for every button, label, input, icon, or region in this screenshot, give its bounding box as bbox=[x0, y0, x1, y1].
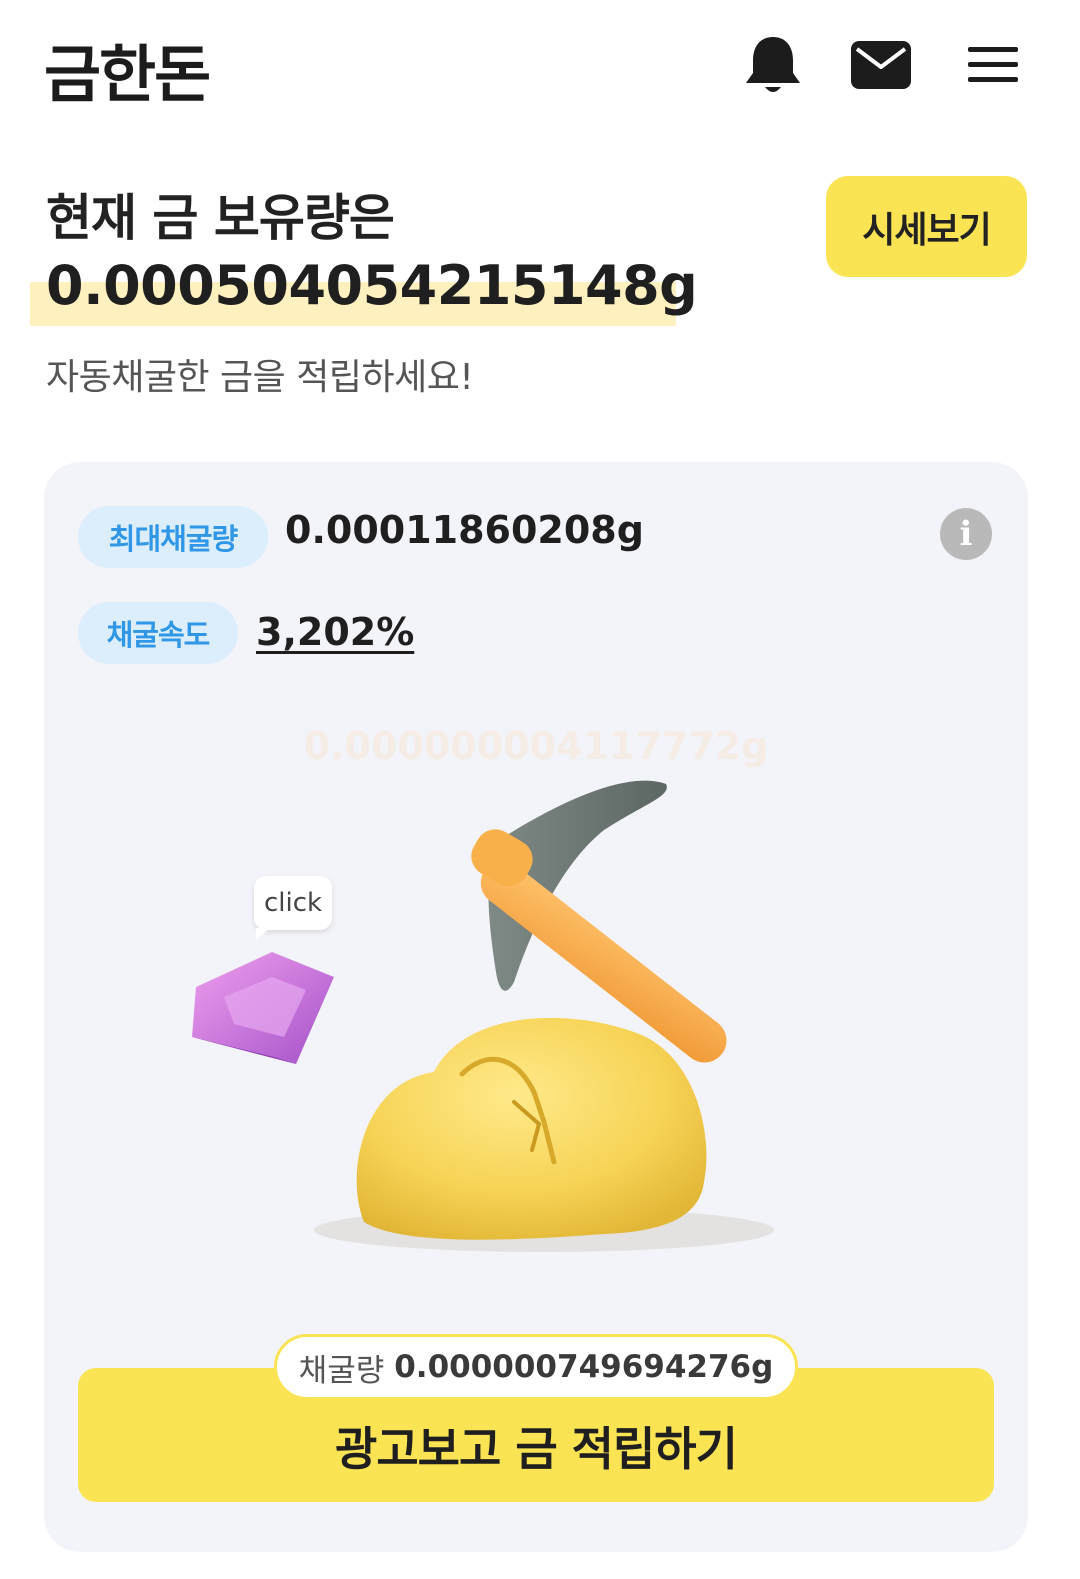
app-logo: 금한돈 bbox=[44, 38, 211, 111]
bell-icon[interactable] bbox=[738, 30, 808, 100]
balance-title: 현재 금 보유량은 bbox=[46, 189, 395, 247]
mining-card: 최대채굴량 0.00011860208g i 채굴속도 3,202% 0.000… bbox=[44, 462, 1028, 1552]
view-price-button[interactable]: 시세보기 bbox=[826, 176, 1027, 277]
click-hint-bubble: click bbox=[254, 876, 332, 940]
max-mining-value: 0.00011860208g bbox=[285, 508, 644, 552]
mining-speed-value[interactable]: 3,202% bbox=[256, 610, 414, 654]
app-header: 금한돈 bbox=[0, 0, 1080, 130]
gold-balance-value: 0.000504054215148g bbox=[46, 254, 698, 317]
mined-amount-label: 채굴량 bbox=[298, 1352, 385, 1389]
mined-amount-value: 0.000000749694276g bbox=[394, 1349, 774, 1385]
gem-icon bbox=[192, 952, 334, 1064]
mining-illustration[interactable] bbox=[44, 752, 1028, 1312]
mining-speed-chip: 채굴속도 bbox=[78, 602, 238, 664]
max-mining-chip: 최대채굴량 bbox=[78, 506, 268, 568]
menu-icon[interactable] bbox=[958, 30, 1028, 100]
gold-nugget-icon bbox=[356, 1017, 707, 1240]
mail-icon[interactable] bbox=[846, 30, 916, 100]
mined-amount-pill: 채굴량 0.000000749694276g bbox=[274, 1334, 798, 1400]
balance-subtitle: 자동채굴한 금을 적립하세요! bbox=[46, 357, 474, 398]
info-icon[interactable]: i bbox=[940, 508, 992, 560]
